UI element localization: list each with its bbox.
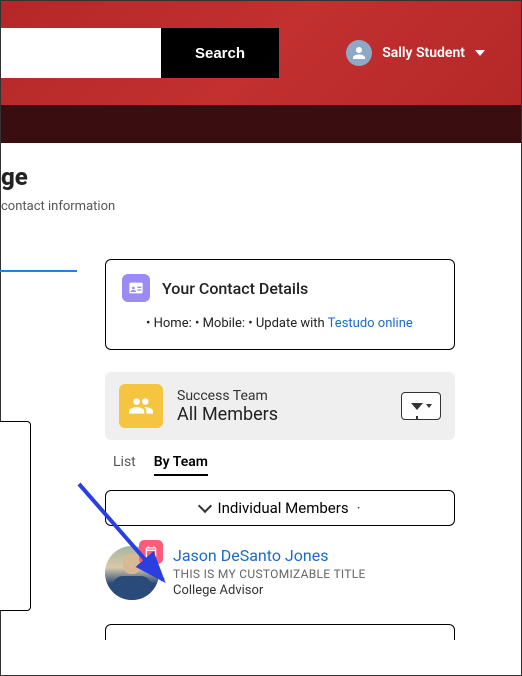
avatar-icon: [346, 40, 372, 66]
individual-members-toggle[interactable]: Individual Members ·: [105, 490, 455, 526]
top-header: Search Sally Student: [1, 1, 521, 105]
contact-card-title: Your Contact Details: [162, 279, 308, 298]
member-info: Jason DeSanto Jones THIS IS MY CUSTOMIZA…: [173, 546, 455, 600]
funnel-icon: [411, 403, 423, 410]
contact-card-icon: [122, 274, 150, 302]
team-text: Success Team All Members: [177, 388, 387, 425]
next-card-fragment: [105, 624, 455, 640]
accordion-suffix: ·: [357, 499, 361, 517]
page-subtitle: contact information: [1, 199, 521, 214]
team-main: All Members: [177, 404, 387, 425]
search-input[interactable]: [1, 28, 161, 78]
main-column: Your Contact Details • Home: • Mobile: •…: [105, 259, 455, 640]
contact-text: • Home: • Mobile: • Update with: [146, 316, 328, 331]
filter-button[interactable]: [401, 392, 441, 420]
chevron-down-icon: [197, 499, 211, 513]
nav-band: [1, 105, 521, 143]
page-heading-area: ge contact information: [1, 143, 521, 272]
card-header: Your Contact Details: [122, 274, 438, 302]
member-row: Jason DeSanto Jones THIS IS MY CUSTOMIZA…: [105, 546, 455, 600]
team-icon: [119, 384, 163, 428]
success-team-card: Success Team All Members: [105, 372, 455, 440]
search-button[interactable]: Search: [161, 28, 279, 78]
contact-line: • Home: • Mobile: • Update with Testudo …: [122, 316, 438, 331]
team-tabs: List By Team: [113, 454, 455, 476]
testudo-link[interactable]: Testudo online: [328, 316, 413, 331]
member-name-link[interactable]: Jason DeSanto Jones: [173, 546, 455, 565]
tab-by-team[interactable]: By Team: [154, 454, 208, 476]
active-tab-underline: [0, 270, 77, 272]
calendar-icon[interactable]: [139, 540, 163, 564]
page-title: ge: [1, 163, 521, 191]
tab-list[interactable]: List: [113, 454, 136, 476]
user-name-label: Sally Student: [382, 45, 465, 61]
chevron-down-icon: [426, 404, 432, 408]
member-role: College Advisor: [173, 583, 455, 598]
accordion-label: Individual Members: [218, 499, 349, 517]
user-menu[interactable]: Sally Student: [346, 40, 505, 66]
member-custom-title: THIS IS MY CUSTOMIZABLE TITLE: [173, 567, 455, 581]
team-label: Success Team: [177, 388, 387, 404]
contact-details-card: Your Contact Details • Home: • Mobile: •…: [105, 259, 455, 350]
chevron-down-icon: [475, 50, 485, 56]
side-panel-fragment: [0, 421, 31, 611]
